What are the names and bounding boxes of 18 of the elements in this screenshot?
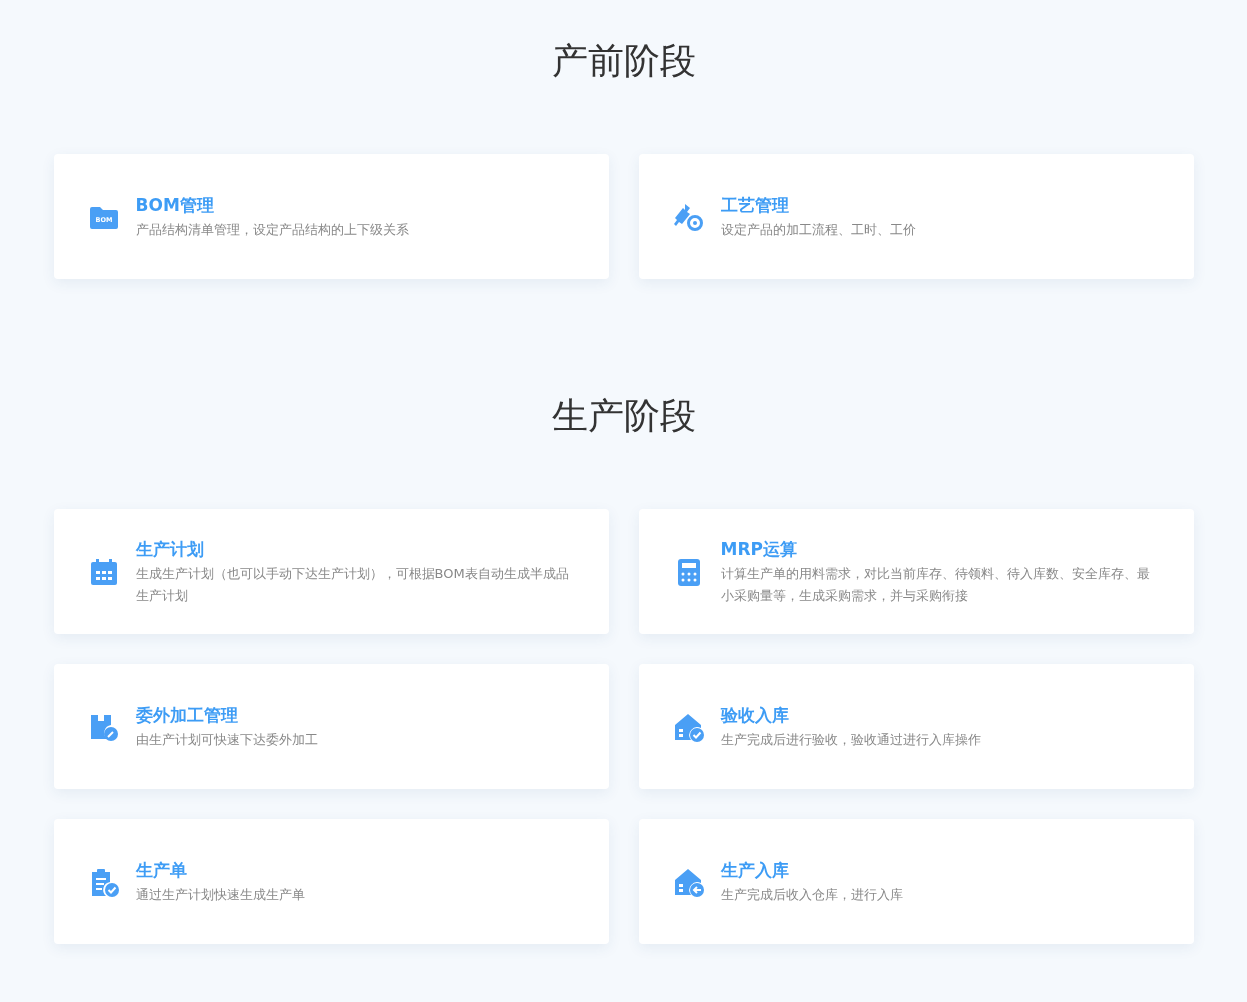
card-title: BOM管理 (135, 193, 215, 217)
card-description: 通过生产计划快速生成生产单 (135, 885, 305, 904)
card-description: 由生产计划可快速下达委外加工 (135, 730, 318, 749)
card-title: 委外加工管理 (135, 703, 239, 727)
card-title: 工艺管理 (720, 193, 790, 217)
card-title: 生产计划 (135, 537, 205, 561)
card-description: 生成生产计划（也可以手动下达生产计划），可根据BOM表自动生成半成品生产计划 (135, 564, 570, 605)
card-title: 生产入库 (720, 858, 790, 882)
section-title: 产前阶段 (551, 39, 696, 83)
card-title: MRP运算 (720, 537, 798, 561)
card-title: 验收入库 (720, 703, 790, 727)
card-title: 生产单 (135, 858, 188, 882)
card-description: 生产完成后收入仓库，进行入库 (720, 885, 903, 904)
card-description: 计算生产单的用料需求，对比当前库存、待领料、待入库数、安全库存、最小采购量等，生成采购需求，并与采购衔接 (720, 564, 1151, 605)
card-description: 设定产品的加工流程、工时、工价 (720, 220, 916, 239)
card-description: 生产完成后进行验收，验收通过进行入库操作 (720, 730, 981, 749)
card-description: 产品结构清单管理，设定产品结构的上下级关系 (135, 220, 409, 239)
section-title: 生产阶段 (551, 394, 696, 438)
